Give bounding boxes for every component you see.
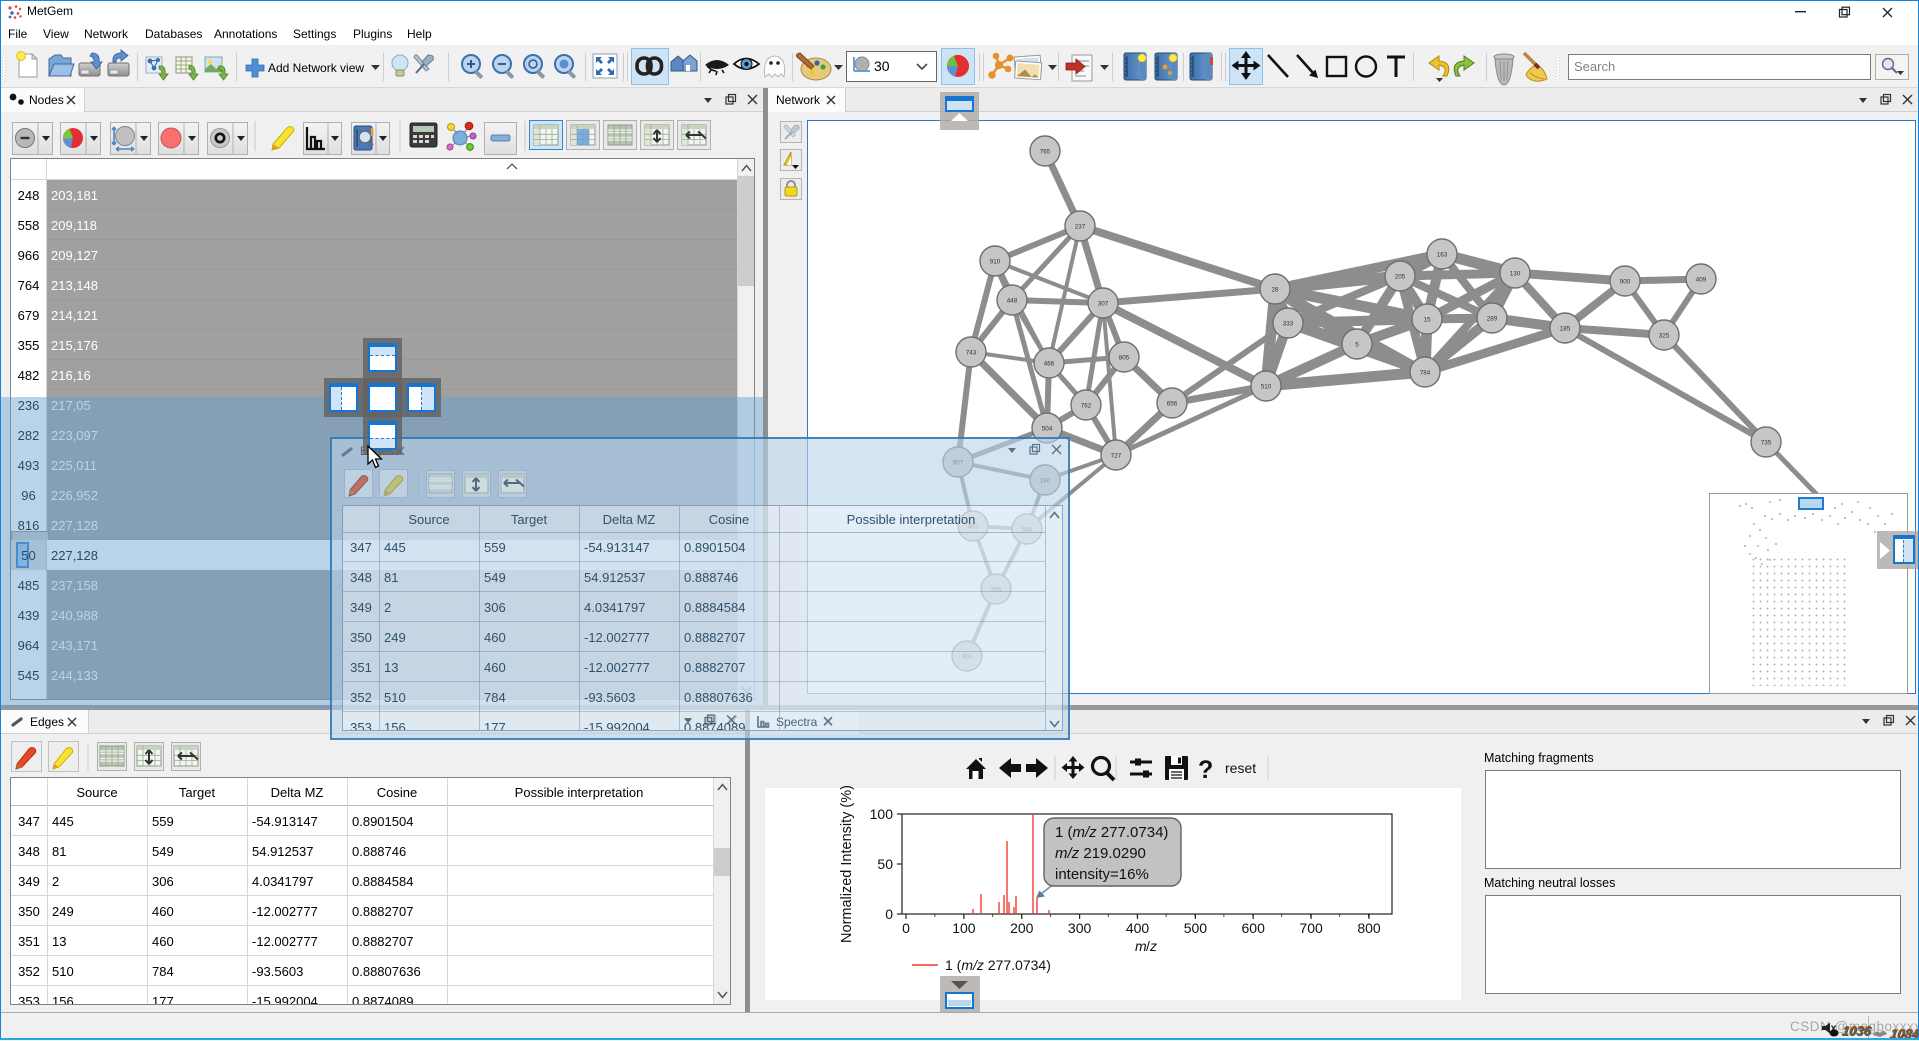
svg-text:Normalized Intensity (%): Normalized Intensity (%)	[839, 785, 855, 943]
svg-text:409: 409	[1696, 277, 1707, 284]
svg-text:656: 656	[1167, 401, 1178, 408]
svg-text:510: 510	[1261, 384, 1272, 391]
svg-text:Spectra: Spectra	[776, 715, 818, 729]
svg-text:28: 28	[1271, 287, 1279, 294]
svg-text:700: 700	[1299, 920, 1323, 936]
svg-text:130: 130	[1510, 271, 1521, 278]
svg-text:100: 100	[952, 920, 976, 936]
svg-text:735: 735	[1761, 440, 1772, 447]
svg-text:300: 300	[1068, 920, 1092, 936]
svg-text:504: 504	[1042, 426, 1053, 433]
svg-text:289: 289	[1487, 316, 1498, 323]
svg-text:185: 185	[1560, 326, 1571, 333]
svg-text:5: 5	[1355, 342, 1359, 349]
svg-text:Add Network view: Add Network view	[268, 61, 364, 75]
svg-text:1 (m/z 277.0734): 1 (m/z 277.0734)	[1055, 824, 1168, 841]
svg-text:200: 200	[1010, 920, 1034, 936]
svg-text:765: 765	[1040, 149, 1051, 156]
svg-text:743: 743	[966, 350, 977, 357]
svg-text:910: 910	[990, 259, 1001, 266]
svg-text:237: 237	[1075, 224, 1086, 231]
svg-text:30: 30	[874, 58, 890, 74]
svg-text:z: z	[1149, 938, 1157, 954]
svg-text:448: 448	[1007, 298, 1018, 305]
svg-text:800: 800	[1357, 920, 1381, 936]
svg-text:307: 307	[1098, 301, 1109, 308]
svg-text:805: 805	[1119, 355, 1130, 362]
svg-text:205: 205	[1395, 274, 1406, 281]
svg-text:600: 600	[1242, 920, 1266, 936]
svg-text:50: 50	[877, 856, 893, 872]
svg-text:333: 333	[1283, 321, 1294, 328]
svg-text:Search: Search	[1574, 59, 1615, 74]
svg-text:intensity=16%: intensity=16%	[1055, 866, 1149, 883]
svg-text:727: 727	[1111, 453, 1122, 460]
svg-text:100: 100	[870, 806, 894, 822]
svg-text:m/z 219.0290: m/z 219.0290	[1055, 845, 1146, 862]
svg-text:1 (m/z 277.0734): 1 (m/z 277.0734)	[945, 957, 1051, 973]
svg-text:400: 400	[1126, 920, 1150, 936]
svg-text:0: 0	[902, 920, 910, 936]
svg-text:900: 900	[1620, 279, 1631, 286]
svg-text:325: 325	[1659, 333, 1670, 340]
svg-text:762: 762	[1081, 403, 1092, 410]
svg-text:784: 784	[1420, 370, 1431, 377]
svg-text:163: 163	[1437, 252, 1448, 259]
svg-text:0: 0	[885, 906, 893, 922]
svg-text:15: 15	[1423, 317, 1431, 324]
svg-text:500: 500	[1184, 920, 1208, 936]
svg-text:?: ?	[1198, 756, 1213, 784]
svg-text:466: 466	[1044, 361, 1055, 368]
svg-text:reset: reset	[1225, 760, 1256, 776]
